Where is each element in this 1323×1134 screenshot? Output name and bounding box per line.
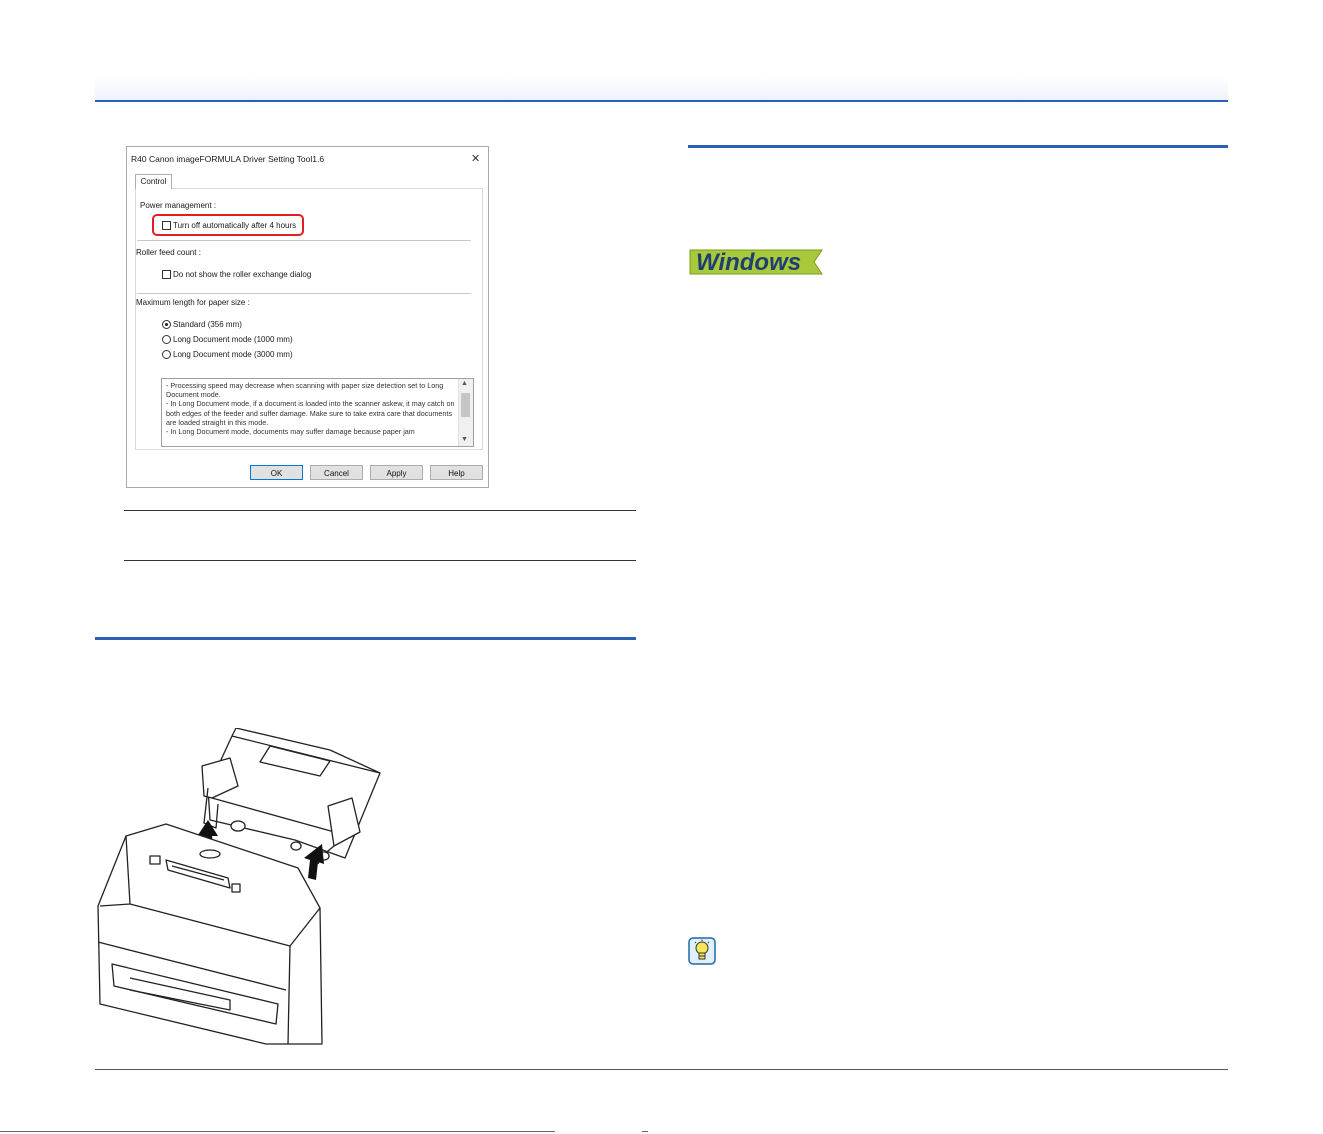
note-rule-top: [124, 510, 636, 511]
notes-text: - Processing speed may decrease when sca…: [166, 381, 456, 436]
lightbulb-icon: [688, 937, 716, 965]
tab-control[interactable]: Control: [135, 174, 172, 189]
note-line: - In Long Document mode, if a document i…: [166, 399, 455, 427]
driver-setting-dialog: R40 Canon imageFORMULA Driver Setting To…: [126, 146, 489, 488]
dialog-title: R40 Canon imageFORMULA Driver Setting To…: [131, 154, 325, 164]
note-rule-bottom: [124, 560, 636, 561]
notes-textbox[interactable]: - Processing speed may decrease when sca…: [161, 378, 474, 447]
auto-off-label: Turn off automatically after 4 hours: [173, 221, 297, 230]
power-management-label: Power management :: [140, 201, 217, 210]
close-icon[interactable]: ✕: [471, 152, 480, 165]
scroll-thumb[interactable]: [461, 393, 470, 417]
separator: [137, 240, 471, 241]
radio-long-1000-label: Long Document mode (1000 mm): [173, 335, 293, 344]
scanner-illustration: [90, 727, 390, 1048]
radio-long-3000-label: Long Document mode (3000 mm): [173, 350, 293, 359]
max-length-label: Maximum length for paper size :: [136, 298, 250, 307]
scroll-up-icon[interactable]: ▲: [461, 379, 468, 388]
radio-long-1000[interactable]: [162, 335, 171, 344]
roller-feed-label: Roller feed count :: [136, 248, 201, 257]
bottom-tick: [642, 1131, 648, 1132]
page-header-rule: [95, 100, 1228, 102]
radio-standard-label: Standard (356 mm): [173, 320, 242, 329]
notes-scrollbar[interactable]: ▲ ▼: [458, 379, 473, 446]
page-footer-rule: [95, 1069, 1228, 1070]
note-line: - In Long Document mode, documents may s…: [166, 427, 415, 437]
cancel-button[interactable]: Cancel: [310, 465, 363, 480]
radio-long-3000[interactable]: [162, 350, 171, 359]
scroll-down-icon[interactable]: ▼: [461, 435, 468, 444]
roller-dialog-checkbox[interactable]: [162, 270, 171, 279]
help-button[interactable]: Help: [430, 465, 483, 480]
auto-off-checkbox[interactable]: [162, 221, 171, 230]
windows-badge: Windows: [688, 245, 828, 277]
note-line: - Processing speed may decrease when sca…: [166, 381, 444, 400]
apply-button[interactable]: Apply: [370, 465, 423, 480]
section-rule-right: [688, 145, 1228, 148]
windows-badge-shape: Windows: [689, 249, 823, 276]
bottom-rule: [0, 1131, 555, 1132]
radio-standard[interactable]: [162, 320, 171, 329]
ok-button[interactable]: OK: [250, 465, 303, 480]
windows-badge-text: Windows: [696, 249, 801, 276]
separator: [137, 293, 471, 294]
roller-dialog-label: Do not show the roller exchange dialog: [173, 270, 312, 279]
page-header-band: [95, 76, 1228, 100]
section-rule-left: [95, 637, 636, 640]
